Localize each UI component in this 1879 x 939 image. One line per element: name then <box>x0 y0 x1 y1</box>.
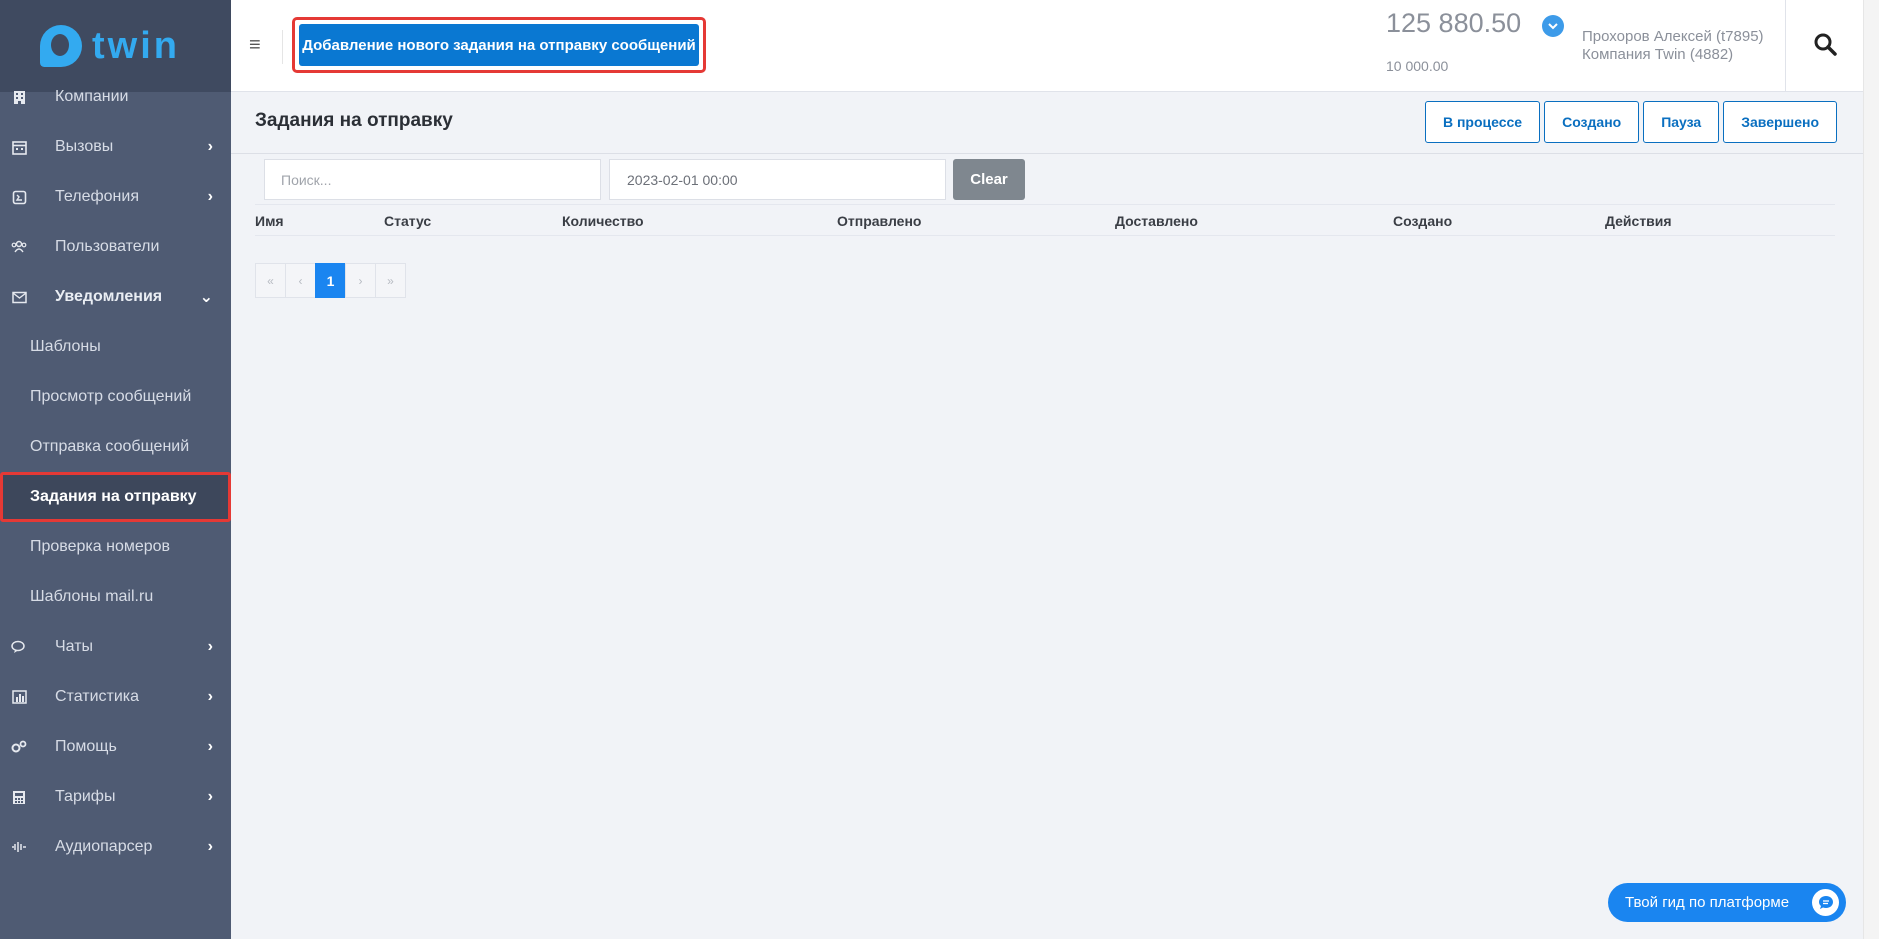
search-icon <box>1813 32 1837 61</box>
sidebar-subitem-send-messages[interactable]: Отправка сообщений <box>0 422 231 472</box>
company-name: Компания Twin (4882) <box>1582 46 1734 63</box>
pagination-last-button[interactable]: » <box>375 263 406 298</box>
chevron-right-icon: › <box>207 638 213 655</box>
date-filter-input[interactable] <box>609 159 946 200</box>
chat-icon <box>10 638 28 656</box>
filter-in-progress-button[interactable]: В процессе <box>1424 101 1541 143</box>
pagination-page-current[interactable]: 1 <box>315 263 346 298</box>
filter-completed-button[interactable]: Завершено <box>1723 101 1837 143</box>
global-search-button[interactable] <box>1785 0 1863 92</box>
users-icon <box>10 238 28 256</box>
sidebar-item-label: Чаты <box>55 638 94 655</box>
chevron-down-icon: ⌄ <box>199 289 213 306</box>
sidebar-subitem-view-messages[interactable]: Просмотр сообщений <box>0 372 231 422</box>
sidebar-subitem-check-numbers[interactable]: Проверка номеров <box>0 522 231 572</box>
pagination: « ‹ 1 › » <box>255 263 406 298</box>
sidebar-item-label: Пользователи <box>55 238 160 255</box>
gears-icon <box>10 738 28 756</box>
phone-icon <box>10 188 28 206</box>
user-info[interactable]: Прохоров Алексей (t7895) Компания Twin (… <box>1582 28 1764 64</box>
table-header: Имя Статус Количество Отправлено Доставл… <box>255 204 1835 236</box>
sidebar-item-label: Тарифы <box>55 788 116 805</box>
filter-created-button[interactable]: Создано <box>1544 101 1640 143</box>
clear-filters-button[interactable]: Clear <box>953 159 1025 200</box>
chevron-right-icon: › <box>207 688 213 705</box>
envelope-icon <box>10 288 28 306</box>
header-divider <box>282 30 283 64</box>
sidebar-item-tariffs[interactable]: Тарифы › <box>0 772 231 822</box>
platform-guide-button[interactable]: Твой гид по платформе <box>1608 883 1846 922</box>
sidebar-item-audioparser[interactable]: Аудиопарсер › <box>0 822 231 872</box>
chevron-right-icon: › <box>207 838 213 855</box>
pagination-next-button[interactable]: › <box>345 263 376 298</box>
guide-label: Твой гид по платформе <box>1625 894 1790 911</box>
sidebar-subitem-send-tasks[interactable]: Задания на отправку <box>0 472 231 522</box>
chat-bubble-icon <box>1812 889 1839 916</box>
sidebar-item-label: Вызовы <box>55 138 114 155</box>
column-header-sent[interactable]: Отправлено <box>837 213 921 229</box>
credit-limit: 10 000.00 <box>1386 58 1449 74</box>
page-scrollbar[interactable] <box>1863 0 1879 939</box>
brand-name: twin <box>92 24 180 67</box>
sidebar-item-label: Статистика <box>55 688 140 705</box>
calendar-icon <box>10 138 28 156</box>
sidebar-nav-more: Чаты › Статистика › Помощь › Тарифы › Ау… <box>0 622 231 872</box>
main-content: Задания на отправку В процессе Создано П… <box>231 92 1863 939</box>
waveform-icon <box>10 838 28 856</box>
column-header-quantity[interactable]: Количество <box>562 213 644 229</box>
filter-paused-button[interactable]: Пауза <box>1643 101 1720 143</box>
sidebar-item-notifications[interactable]: Уведомления ⌄ <box>0 272 231 322</box>
title-divider <box>231 153 1863 154</box>
notifications-submenu: Шаблоны Просмотр сообщений Отправка сооб… <box>0 322 231 622</box>
sidebar: twin Компании Вызовы › Телефония › Польз… <box>0 0 231 939</box>
calculator-icon <box>10 788 28 806</box>
chevron-right-icon: › <box>207 788 213 805</box>
sidebar-subitem-mailru-templates[interactable]: Шаблоны mail.ru <box>0 572 231 622</box>
sidebar-item-companies[interactable]: Компании <box>0 72 231 122</box>
pagination-first-button[interactable]: « <box>255 263 286 298</box>
column-header-actions: Действия <box>1605 213 1672 229</box>
pagination-prev-button[interactable]: ‹ <box>285 263 316 298</box>
column-header-created[interactable]: Создано <box>1393 213 1452 229</box>
sidebar-item-label: Аудиопарсер <box>55 838 153 855</box>
user-name: Прохоров Алексей (t7895) <box>1582 28 1764 45</box>
sidebar-item-telephony[interactable]: Телефония › <box>0 172 231 222</box>
add-task-highlight: Добавление нового задания на отправку со… <box>292 17 706 73</box>
hamburger-menu-icon[interactable]: ≡ <box>249 34 261 57</box>
sidebar-item-label: Помощь <box>55 738 117 755</box>
top-header: ≡ Добавление нового задания на отправку … <box>231 0 1863 92</box>
column-header-name[interactable]: Имя <box>255 213 284 229</box>
sidebar-item-label: Телефония <box>55 188 139 205</box>
chart-icon <box>10 688 28 706</box>
search-input[interactable] <box>264 159 601 200</box>
column-header-delivered[interactable]: Доставлено <box>1115 213 1198 229</box>
sidebar-item-chats[interactable]: Чаты › <box>0 622 231 672</box>
building-icon <box>10 88 28 106</box>
status-filters: В процессе Создано Пауза Завершено <box>1424 101 1837 143</box>
sidebar-item-help[interactable]: Помощь › <box>0 722 231 772</box>
sidebar-item-label: Уведомления <box>55 288 163 305</box>
add-new-task-button[interactable]: Добавление нового задания на отправку со… <box>299 24 699 66</box>
sidebar-item-label: Компании <box>55 88 129 105</box>
sidebar-nav: Компании Вызовы › Телефония › Пользовате… <box>0 72 231 322</box>
sidebar-item-calls[interactable]: Вызовы › <box>0 122 231 172</box>
page-title: Задания на отправку <box>255 110 453 131</box>
sidebar-subitem-templates[interactable]: Шаблоны <box>0 322 231 372</box>
account-balance: 125 880.50 <box>1386 8 1522 38</box>
twin-logo-icon <box>40 25 82 67</box>
sidebar-item-statistics[interactable]: Статистика › <box>0 672 231 722</box>
balance-dropdown-icon[interactable] <box>1542 15 1564 37</box>
chevron-right-icon: › <box>207 188 213 205</box>
chevron-right-icon: › <box>207 138 213 155</box>
sidebar-item-users[interactable]: Пользователи <box>0 222 231 272</box>
chevron-right-icon: › <box>207 738 213 755</box>
column-header-status[interactable]: Статус <box>384 213 431 229</box>
